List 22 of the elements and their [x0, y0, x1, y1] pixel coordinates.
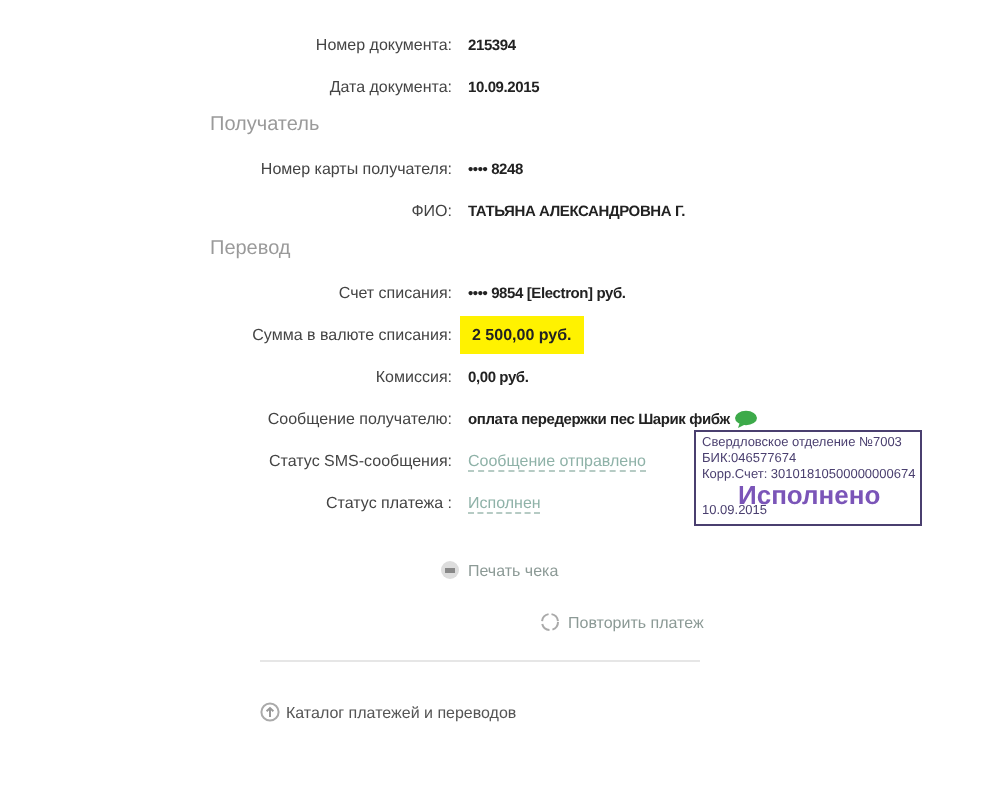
- field-label: Статус SMS-сообщения:: [267, 452, 452, 470]
- action-link[interactable]: Повторить платеж: [540, 612, 704, 632]
- field-label: Номер документа:: [313, 36, 452, 54]
- field-label: Счет списания:: [336, 284, 452, 302]
- status-link[interactable]: Сообщение отправлено: [468, 451, 646, 471]
- field-label: Комиссия:: [373, 368, 452, 386]
- status-link[interactable]: Исполнен: [468, 493, 541, 513]
- amount-value: 2 500,00 руб.: [460, 316, 584, 354]
- action-link[interactable]: Печать чека: [440, 560, 559, 580]
- section-title: Перевод: [208, 236, 293, 264]
- field-label: Статус платежа :: [324, 494, 452, 512]
- field-label: ФИО:: [409, 202, 452, 220]
- field-label: Сообщение получателю:: [265, 410, 452, 428]
- printer-icon: [440, 560, 460, 580]
- arrow-circle-icon: [260, 702, 280, 722]
- field-label: Сумма в валюте списания:: [250, 326, 452, 344]
- catalog-link[interactable]: Каталог платежей и переводов: [260, 702, 517, 722]
- section-title: Получатель: [208, 112, 322, 140]
- speech-bubble-icon: [733, 410, 758, 428]
- refresh-icon: [540, 612, 560, 632]
- field-label: Номер карты получателя:: [258, 160, 452, 178]
- field-label: Дата документа:: [327, 78, 452, 96]
